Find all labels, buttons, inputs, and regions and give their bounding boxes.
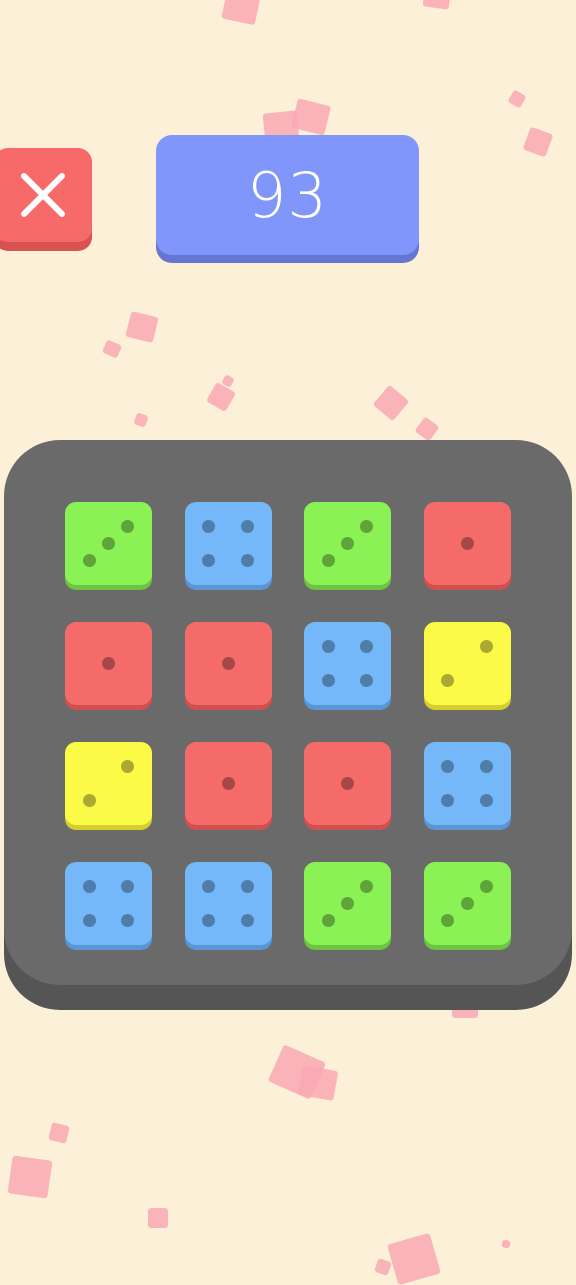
die-pip xyxy=(441,794,455,808)
die-pip xyxy=(341,777,354,790)
die-pip xyxy=(82,914,96,928)
die-pip xyxy=(82,554,96,568)
die-blue-4[interactable] xyxy=(184,862,272,945)
die-pip xyxy=(121,759,135,773)
die-red-1[interactable] xyxy=(65,622,152,705)
die-pip xyxy=(479,879,493,893)
confetti-square xyxy=(48,1122,70,1144)
die-blue-4[interactable] xyxy=(304,622,391,705)
die-pip xyxy=(202,879,216,893)
confetti-square xyxy=(522,126,554,158)
die-pip xyxy=(121,519,135,533)
confetti-square xyxy=(133,412,149,428)
die-pip xyxy=(360,519,374,533)
die-pip xyxy=(240,519,254,533)
confetti-square xyxy=(507,89,527,109)
game-board xyxy=(4,440,572,985)
confetti-square xyxy=(422,0,452,10)
confetti-square xyxy=(7,1155,53,1199)
confetti-square xyxy=(500,1238,512,1250)
die-red-1[interactable] xyxy=(184,742,272,825)
die-pip xyxy=(360,674,374,688)
confetti-square xyxy=(125,310,159,344)
die-pip xyxy=(121,879,135,893)
die-pip xyxy=(321,914,335,928)
die-blue-4[interactable] xyxy=(65,862,152,945)
die-pip xyxy=(441,914,455,928)
die-pip xyxy=(321,639,335,653)
die-pip xyxy=(221,657,235,670)
die-pip xyxy=(479,639,493,653)
die-pip xyxy=(202,914,216,928)
die-green-3[interactable] xyxy=(304,502,391,585)
die-pip xyxy=(341,537,354,550)
die-pip xyxy=(341,897,354,910)
confetti-square xyxy=(414,416,440,442)
close-x-icon xyxy=(18,170,68,220)
die-pip xyxy=(221,777,235,790)
confetti-square xyxy=(452,1004,478,1018)
die-pip xyxy=(321,554,335,568)
die-green-3[interactable] xyxy=(65,502,152,585)
die-pip xyxy=(479,759,493,773)
die-pip xyxy=(82,879,96,893)
die-pip xyxy=(121,914,135,928)
confetti-square xyxy=(101,339,123,359)
die-red-1[interactable] xyxy=(184,622,272,705)
confetti-square xyxy=(205,381,237,413)
confetti-square xyxy=(297,1065,339,1101)
die-blue-4[interactable] xyxy=(423,742,511,825)
die-pip xyxy=(441,759,455,773)
confetti-square xyxy=(372,384,410,422)
confetti-square xyxy=(387,1232,441,1285)
confetti-square xyxy=(221,0,261,26)
die-pip xyxy=(479,794,493,808)
die-pip xyxy=(82,794,96,808)
die-green-3[interactable] xyxy=(423,862,511,945)
die-pip xyxy=(102,537,115,550)
die-pip xyxy=(460,897,474,910)
confetti-square xyxy=(374,1258,392,1276)
die-pip xyxy=(460,537,474,550)
die-blue-4[interactable] xyxy=(184,502,272,585)
die-pip xyxy=(202,554,216,568)
die-green-3[interactable] xyxy=(304,862,391,945)
die-pip xyxy=(360,639,374,653)
score-display: 93 xyxy=(156,135,419,255)
confetti-square xyxy=(148,1208,168,1228)
die-pip xyxy=(441,674,455,688)
die-yellow-2[interactable] xyxy=(423,622,511,705)
die-red-1[interactable] xyxy=(423,502,511,585)
die-red-1[interactable] xyxy=(304,742,391,825)
die-pip xyxy=(321,674,335,688)
close-button[interactable] xyxy=(0,148,92,242)
die-pip xyxy=(240,914,254,928)
die-pip xyxy=(102,657,115,670)
die-yellow-2[interactable] xyxy=(65,742,152,825)
die-pip xyxy=(240,554,254,568)
die-pip xyxy=(360,879,374,893)
die-pip xyxy=(240,879,254,893)
die-pip xyxy=(202,519,216,533)
